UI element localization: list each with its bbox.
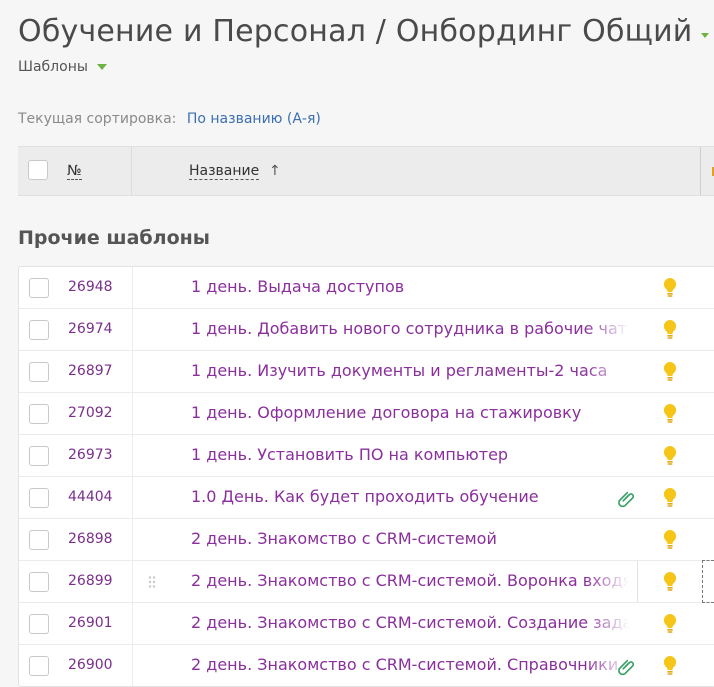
column-header-number[interactable]: №	[67, 163, 82, 180]
row-divider	[132, 645, 133, 686]
template-name[interactable]: 1 день. Изучить документы и регламенты-2…	[191, 361, 629, 380]
lightbulb-icon[interactable]	[662, 613, 678, 635]
list-item[interactable]: 26898 2 день. Знакомство с CRM-системой	[19, 519, 714, 561]
paperclip-icon[interactable]	[616, 488, 636, 508]
row-checkbox[interactable]	[29, 530, 49, 550]
paperclip-icon[interactable]	[616, 656, 636, 676]
row-divider	[132, 393, 133, 434]
template-id[interactable]: 26899	[68, 573, 113, 589]
template-id[interactable]: 26901	[68, 615, 113, 631]
list-item[interactable]: 26897 1 день. Изучить документы и реглам…	[19, 351, 714, 393]
list-item[interactable]: 26900 2 день. Знакомство с CRM-системой.…	[19, 645, 714, 686]
list-item[interactable]: 26973 1 день. Установить ПО на компьютер	[19, 435, 714, 477]
template-name[interactable]: 1 день. Выдача доступов	[191, 277, 629, 296]
row-divider	[132, 561, 133, 602]
row-focus-outline	[702, 560, 714, 603]
template-id[interactable]: 26973	[68, 447, 113, 463]
template-id[interactable]: 26898	[68, 531, 113, 547]
sort-value-link[interactable]: По названию (А-я)	[187, 111, 321, 127]
current-sort: Текущая сортировка: По названию (А-я)	[18, 111, 321, 127]
page-title: Обучение и Персонал / Онбординг Общий	[18, 14, 693, 49]
row-checkbox[interactable]	[29, 488, 49, 508]
list-item[interactable]: 26901 2 день. Знакомство с CRM-системой.…	[19, 603, 714, 645]
drag-handle-icon[interactable]	[147, 574, 157, 590]
lightbulb-icon[interactable]	[662, 487, 678, 509]
row-checkbox[interactable]	[29, 320, 49, 340]
sort-label: Текущая сортировка:	[18, 111, 177, 127]
lightbulb-icon[interactable]	[662, 445, 678, 467]
title-row: Обучение и Персонал / Онбординг Общий	[18, 14, 714, 49]
row-divider	[132, 519, 133, 560]
header-divider	[131, 147, 132, 195]
row-checkbox[interactable]	[29, 614, 49, 634]
template-name[interactable]: 1 день. Оформление договора на стажировк…	[191, 403, 629, 422]
template-id[interactable]: 26948	[68, 279, 113, 295]
list-item[interactable]: 26899 2 день. Знакомство с CRM-системой.…	[19, 560, 714, 603]
table-header: № Название ↑	[18, 146, 714, 196]
templates-dropdown-label: Шаблоны	[18, 59, 88, 75]
template-name[interactable]: 2 день. Знакомство с CRM-системой. Ворон…	[191, 571, 629, 590]
template-name[interactable]: 2 день. Знакомство с CRM-системой	[191, 529, 629, 548]
lightbulb-icon[interactable]	[662, 571, 678, 593]
lightbulb-icon[interactable]	[662, 361, 678, 383]
template-id[interactable]: 26897	[68, 363, 113, 379]
row-divider	[132, 267, 133, 308]
row-checkbox[interactable]	[29, 362, 49, 382]
template-name[interactable]: 1 день. Установить ПО на компьютер	[191, 445, 629, 464]
template-id[interactable]: 26974	[68, 321, 113, 337]
row-divider	[132, 309, 133, 350]
row-checkbox[interactable]	[29, 656, 49, 676]
lightbulb-icon[interactable]	[662, 277, 678, 299]
template-name[interactable]: 2 день. Знакомство с CRM-системой. Созда…	[191, 613, 629, 632]
hover-divider	[637, 561, 638, 602]
template-name[interactable]: 1 день. Добавить нового сотрудника в раб…	[191, 319, 629, 338]
row-checkbox[interactable]	[29, 278, 49, 298]
lightbulb-icon[interactable]	[662, 655, 678, 677]
row-divider	[132, 603, 133, 644]
row-checkbox[interactable]	[29, 572, 49, 592]
list-item[interactable]: 26974 1 день. Добавить нового сотрудника…	[19, 309, 714, 351]
row-divider	[132, 477, 133, 518]
template-name[interactable]: 1.0 День. Как будет проходить обучение	[191, 487, 629, 506]
template-id[interactable]: 44404	[68, 489, 113, 505]
row-checkbox[interactable]	[29, 446, 49, 466]
lightbulb-icon[interactable]	[662, 319, 678, 341]
templates-dropdown[interactable]: Шаблоны	[18, 59, 107, 75]
title-dropdown-caret-icon[interactable]	[700, 33, 709, 38]
header-divider-right	[700, 147, 701, 195]
lightbulb-icon[interactable]	[662, 529, 678, 551]
row-checkbox[interactable]	[29, 404, 49, 424]
list-item[interactable]: 27092 1 день. Оформление договора на ста…	[19, 393, 714, 435]
row-divider	[132, 351, 133, 392]
sort-arrow-icon: ↑	[269, 163, 281, 179]
template-id[interactable]: 27092	[68, 405, 113, 421]
row-divider	[132, 435, 133, 476]
section-title: Прочие шаблоны	[18, 227, 210, 249]
list-item[interactable]: 44404 1.0 День. Как будет проходить обуч…	[19, 477, 714, 519]
lightbulb-icon[interactable]	[662, 403, 678, 425]
template-id[interactable]: 26900	[68, 657, 113, 673]
column-header-name[interactable]: Название	[189, 163, 260, 180]
select-all-checkbox[interactable]	[28, 160, 48, 180]
template-name[interactable]: 2 день. Знакомство с CRM-системой. Справ…	[191, 655, 629, 674]
list-item[interactable]: 26948 1 день. Выдача доступов	[19, 267, 714, 309]
templates-caret-icon	[96, 64, 107, 70]
templates-list: 26948 1 день. Выдача доступов 26974 1 де…	[18, 266, 714, 687]
